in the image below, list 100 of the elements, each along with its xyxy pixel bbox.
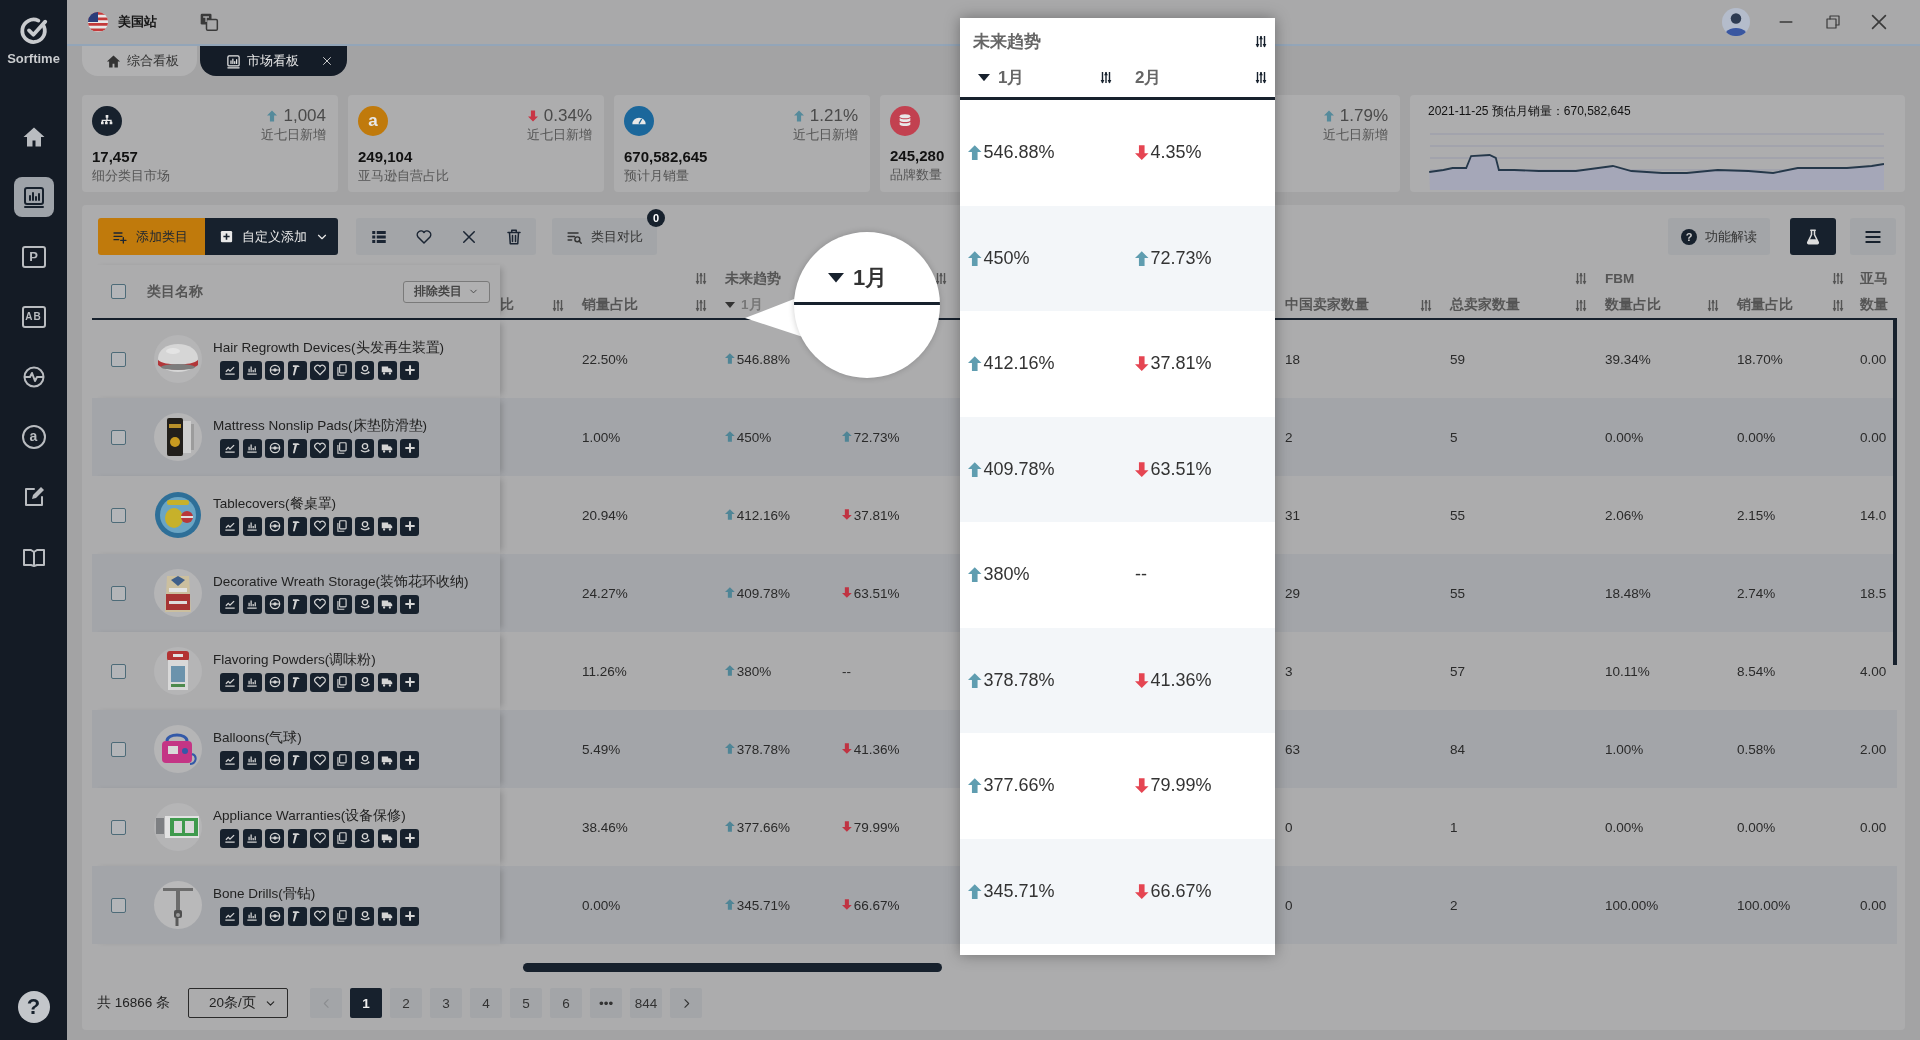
copy-icon[interactable] xyxy=(332,594,352,614)
line-chart-icon[interactable] xyxy=(220,360,239,380)
sort-icon[interactable] xyxy=(1100,71,1112,84)
page-button[interactable]: 5 xyxy=(510,988,543,1018)
target-icon[interactable] xyxy=(265,360,284,380)
tab-close-icon[interactable] xyxy=(321,55,333,67)
checkbox[interactable] xyxy=(111,429,126,445)
add-category-button[interactable]: 添加类目 xyxy=(98,218,205,255)
checkbox[interactable] xyxy=(111,507,126,523)
line-chart-icon[interactable] xyxy=(220,516,239,536)
line-chart-icon[interactable] xyxy=(220,906,239,926)
flag-icon[interactable] xyxy=(87,11,109,33)
truck-icon[interactable] xyxy=(377,906,397,926)
custom-add-button[interactable]: 自定义添加 xyxy=(205,218,338,255)
target-icon[interactable] xyxy=(265,750,284,770)
flask-button[interactable] xyxy=(1790,218,1836,255)
truck-icon[interactable] xyxy=(377,516,397,536)
target-icon[interactable] xyxy=(265,516,284,536)
page-button[interactable]: 1 xyxy=(350,988,383,1018)
restore-icon[interactable] xyxy=(1824,13,1842,31)
plus-icon[interactable] xyxy=(400,360,419,380)
line-chart-icon[interactable] xyxy=(220,594,239,614)
page-button[interactable]: 4 xyxy=(470,988,503,1018)
bar-chart-icon[interactable] xyxy=(242,750,262,770)
bar-chart-icon[interactable] xyxy=(242,672,262,692)
category-name[interactable]: Tablecovers(餐桌罩) xyxy=(213,494,419,513)
page-button[interactable]: ••• xyxy=(590,988,623,1018)
truck-icon[interactable] xyxy=(377,438,397,458)
site-selector[interactable]: 美国站 xyxy=(118,13,157,31)
menu-button[interactable] xyxy=(1850,218,1896,255)
help-button[interactable]: ? xyxy=(17,991,50,1023)
page-button[interactable]: 844 xyxy=(630,988,663,1018)
category-name[interactable]: Decorative Wreath Storage(装饰花环收纳) xyxy=(213,572,469,591)
checkbox[interactable] xyxy=(111,284,126,299)
plus-icon[interactable] xyxy=(400,594,419,614)
nav-item[interactable]: a xyxy=(13,417,54,457)
copy-icon[interactable] xyxy=(332,438,352,458)
tab[interactable]: 市场看板 xyxy=(200,46,347,76)
page-button[interactable]: 6 xyxy=(550,988,583,1018)
page-button[interactable]: 2 xyxy=(390,988,423,1018)
plus-icon[interactable] xyxy=(400,516,419,536)
plus-icon[interactable] xyxy=(400,672,419,692)
truck-icon[interactable] xyxy=(377,750,397,770)
page-button[interactable]: 3 xyxy=(430,988,463,1018)
bar-chart-icon[interactable] xyxy=(242,438,262,458)
vertical-scrollbar[interactable] xyxy=(1893,320,1897,665)
plus-icon[interactable] xyxy=(400,438,419,458)
copy-icon[interactable] xyxy=(332,828,352,848)
checkbox[interactable] xyxy=(111,897,126,913)
target-icon[interactable] xyxy=(265,828,284,848)
category-name[interactable]: Appliance Warranties(设备保修) xyxy=(213,806,419,825)
bar-chart-icon[interactable] xyxy=(242,360,262,380)
bar-chart-icon[interactable] xyxy=(242,906,262,926)
checkbox[interactable] xyxy=(111,351,126,367)
copy-icon[interactable] xyxy=(332,360,352,380)
category-name[interactable]: Bone Drills(骨钻) xyxy=(213,884,419,903)
category-name[interactable]: Balloons(气球) xyxy=(213,728,419,747)
horizontal-scrollbar[interactable] xyxy=(523,963,942,972)
copy-icon[interactable] xyxy=(332,516,352,536)
truck-icon[interactable] xyxy=(377,594,397,614)
line-chart-icon[interactable] xyxy=(220,750,239,770)
truck-icon[interactable] xyxy=(377,360,397,380)
target-icon[interactable] xyxy=(265,906,284,926)
plus-icon[interactable] xyxy=(400,750,419,770)
copy-icon[interactable] xyxy=(332,750,352,770)
plus-icon[interactable] xyxy=(400,828,419,848)
checkbox[interactable] xyxy=(111,741,126,757)
checkbox[interactable] xyxy=(111,663,126,679)
nav-item[interactable] xyxy=(13,177,54,217)
target-icon[interactable] xyxy=(265,438,284,458)
sort-icon[interactable] xyxy=(935,272,947,285)
nav-item[interactable]: AB xyxy=(13,297,54,337)
plus-icon[interactable] xyxy=(400,906,419,926)
help-button[interactable]: ? 功能解读 xyxy=(1668,218,1770,255)
bar-chart-icon[interactable] xyxy=(242,594,262,614)
sort-icon[interactable] xyxy=(1255,34,1267,48)
line-chart-icon[interactable] xyxy=(220,828,239,848)
line-chart-icon[interactable] xyxy=(220,438,239,458)
category-name[interactable]: Flavoring Powders(调味粉) xyxy=(213,650,419,669)
category-name[interactable]: Hair Regrowth Devices(头发再生装置) xyxy=(213,338,445,357)
copy-icon[interactable] xyxy=(332,906,352,926)
copy-icon[interactable] xyxy=(332,672,352,692)
page-size-select[interactable]: 20条/页 xyxy=(188,988,289,1018)
bar-chart-icon[interactable] xyxy=(242,516,262,536)
checkbox[interactable] xyxy=(111,585,126,601)
truck-icon[interactable] xyxy=(377,672,397,692)
sort-icon[interactable] xyxy=(1255,71,1267,84)
truck-icon[interactable] xyxy=(377,828,397,848)
bar-chart-icon[interactable] xyxy=(242,828,262,848)
translate-icon[interactable] xyxy=(199,12,219,32)
category-name[interactable]: Mattress Nonslip Pads(床垫防滑垫) xyxy=(213,416,428,435)
filter-dropdown[interactable]: 排除类目 xyxy=(403,280,490,303)
target-icon[interactable] xyxy=(265,594,284,614)
avatar-icon[interactable] xyxy=(1722,8,1750,36)
nav-item[interactable]: P xyxy=(13,237,54,277)
line-chart-icon[interactable] xyxy=(220,672,239,692)
checkbox[interactable] xyxy=(111,819,126,835)
target-icon[interactable] xyxy=(265,672,284,692)
sort-caret-icon[interactable] xyxy=(978,73,990,82)
tab[interactable]: 综合看板 xyxy=(82,46,197,76)
